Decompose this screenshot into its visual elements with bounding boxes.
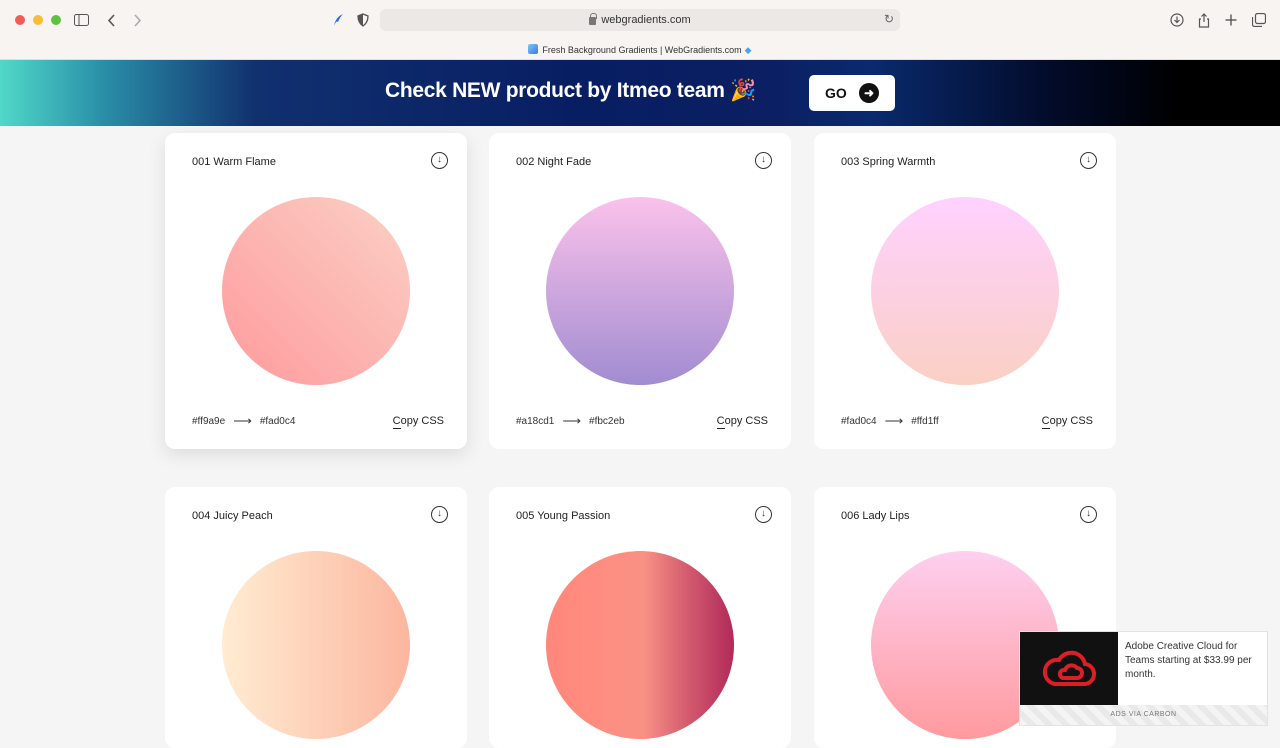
- close-window-button[interactable]: [15, 15, 25, 25]
- lock-icon: [589, 13, 598, 25]
- color-to: #ffd1ff: [911, 415, 939, 427]
- color-from: #fad0c4: [841, 415, 877, 427]
- copy-css-button[interactable]: Copy CSS: [1041, 415, 1093, 429]
- extension-icon[interactable]: [332, 12, 344, 28]
- tab-title[interactable]: Fresh Background Gradients | WebGradient…: [0, 44, 1280, 56]
- gradient-card[interactable]: 001 Warm Flame ↓ #ff9a9e ⟶ #fad0c4 Copy CS…: [165, 133, 467, 449]
- copy-css-button[interactable]: Copy CSS: [716, 415, 768, 429]
- gem-icon: ◆: [744, 45, 752, 55]
- tab-title-text: Fresh Background Gradients | WebGradient…: [542, 45, 742, 55]
- banner-text: Check NEW product by Itmeo team 🎉: [385, 79, 756, 102]
- arrow-right-icon: ➜: [859, 83, 879, 103]
- promo-banner: Check NEW product by Itmeo team 🎉 GO ➜: [0, 60, 1280, 126]
- download-gradient-icon[interactable]: ↓: [1080, 152, 1097, 169]
- gradient-card[interactable]: 004 Juicy Peach ↓: [165, 487, 467, 748]
- address-bar[interactable]: webgradients.com ↻: [380, 9, 900, 31]
- favicon-icon: [528, 44, 539, 54]
- gradient-title: 001 Warm Flame: [192, 156, 276, 168]
- gradient-card[interactable]: 002 Night Fade ↓ #a18cd1 ⟶ #fbc2eb Copy CS…: [489, 133, 791, 449]
- download-gradient-icon[interactable]: ↓: [1080, 506, 1097, 523]
- creative-cloud-icon: [1042, 650, 1096, 686]
- window-controls: [15, 15, 61, 25]
- gradient-title: 006 Lady Lips: [841, 510, 910, 522]
- new-tab-icon[interactable]: [1225, 12, 1237, 28]
- download-gradient-icon[interactable]: ↓: [431, 506, 448, 523]
- carbon-ad[interactable]: Adobe Creative Cloud for Teams starting …: [1019, 631, 1268, 726]
- download-icon[interactable]: [1170, 12, 1184, 28]
- gradient-title: 004 Juicy Peach: [192, 510, 273, 522]
- go-button-label: GO: [825, 85, 847, 101]
- download-gradient-icon[interactable]: ↓: [755, 152, 772, 169]
- gradient-preview[interactable]: [222, 551, 410, 739]
- gradient-preview[interactable]: [546, 197, 734, 385]
- arrow-icon: ⟶: [562, 413, 582, 428]
- shield-icon[interactable]: [357, 12, 369, 28]
- reload-icon[interactable]: ↻: [884, 12, 894, 26]
- gradient-colors: #a18cd1 ⟶ #fbc2eb: [516, 413, 625, 429]
- gradient-card[interactable]: 003 Spring Warmth ↓ #fad0c4 ⟶ #ffd1ff Copy…: [814, 133, 1116, 449]
- forward-icon[interactable]: [133, 12, 142, 28]
- download-gradient-icon[interactable]: ↓: [755, 506, 772, 523]
- minimize-window-button[interactable]: [33, 15, 43, 25]
- browser-toolbar: webgradients.com ↻ Fresh Background Grad…: [0, 0, 1280, 60]
- tabs-overview-icon[interactable]: [1252, 12, 1266, 28]
- gradient-title: 005 Young Passion: [516, 510, 611, 522]
- gradient-title: 003 Spring Warmth: [841, 156, 936, 168]
- gradient-preview[interactable]: [871, 197, 1059, 385]
- ad-text[interactable]: Adobe Creative Cloud for Teams starting …: [1125, 640, 1265, 682]
- arrow-icon: ⟶: [884, 413, 904, 428]
- arrow-icon: ⟶: [233, 413, 252, 428]
- copy-css-button[interactable]: Copy CSS: [392, 415, 444, 429]
- gradient-preview[interactable]: [222, 197, 410, 385]
- url-text: webgradients.com: [601, 14, 691, 26]
- ad-image[interactable]: [1020, 632, 1118, 707]
- download-gradient-icon[interactable]: ↓: [431, 152, 448, 169]
- color-to: #fad0c4: [259, 415, 296, 427]
- gradient-colors: #fad0c4 ⟶ #ffd1ff: [841, 413, 939, 429]
- sidebar-icon[interactable]: [74, 12, 89, 28]
- gradient-colors: #ff9a9e ⟶ #fad0c4: [192, 413, 295, 429]
- back-icon[interactable]: [107, 12, 116, 28]
- gradient-title: 002 Night Fade: [516, 156, 592, 168]
- gradient-preview[interactable]: [546, 551, 734, 739]
- color-to: #fbc2eb: [589, 415, 625, 427]
- gradient-card[interactable]: 005 Young Passion ↓: [489, 487, 791, 748]
- color-from: #a18cd1: [516, 415, 555, 427]
- go-button[interactable]: GO ➜: [809, 75, 895, 111]
- color-from: #ff9a9e: [192, 415, 226, 427]
- zoom-window-button[interactable]: [51, 15, 61, 25]
- share-icon[interactable]: [1198, 12, 1210, 28]
- ads-via-carbon-link[interactable]: ADS VIA CARBON: [1020, 705, 1267, 725]
